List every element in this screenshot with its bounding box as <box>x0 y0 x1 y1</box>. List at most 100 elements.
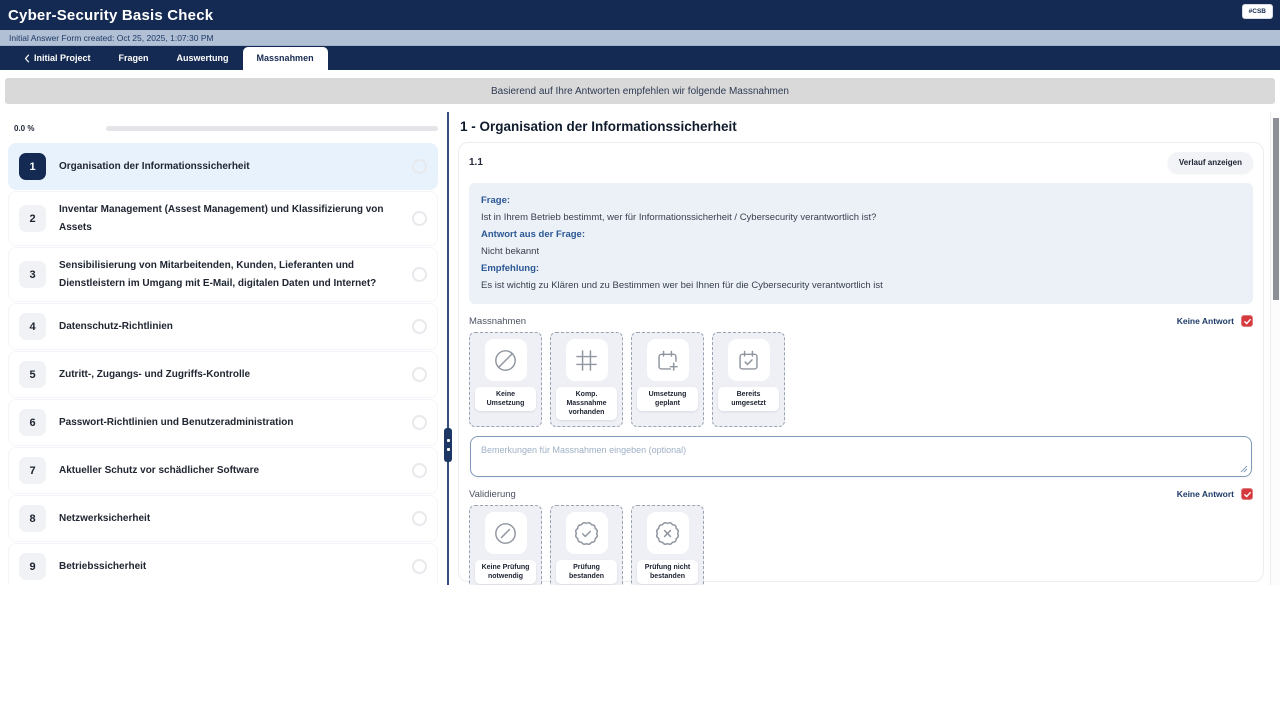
tab-label: Auswertung <box>177 53 229 63</box>
item-label: Zutritt-, Zugangs- und Zugriffs-Kontroll… <box>59 366 250 384</box>
massnahmen-keine-antwort-checkbox[interactable] <box>1241 315 1253 327</box>
item-label: Betriebssicherheit <box>59 558 146 576</box>
item-status-radio[interactable] <box>412 559 427 574</box>
item-status-radio[interactable] <box>412 267 427 282</box>
splitter-handle-icon[interactable] <box>444 428 452 462</box>
recommendation-banner: Basierend auf Ihre Antworten empfehlen w… <box>5 78 1275 104</box>
app-header: Cyber-Security Basis Check #CSB <box>0 0 1280 30</box>
item-status-radio[interactable] <box>412 319 427 334</box>
option-label: Komp. Massnahme vorhanden <box>556 387 617 420</box>
progress-label: 0.0 % <box>14 124 44 133</box>
history-button[interactable]: Verlauf anzeigen <box>1168 152 1253 173</box>
circle-slash-icon <box>485 512 527 554</box>
chevron-left-icon <box>24 54 30 63</box>
item-status-radio[interactable] <box>412 415 427 430</box>
sidebar-item-7[interactable]: 7 Aktueller Schutz vor schädlicher Softwa… <box>8 447 438 494</box>
tab-auswertung[interactable]: Auswertung <box>163 47 243 70</box>
item-number-badge: 6 <box>19 409 46 436</box>
massnahmen-option-komp-massnahme-vorhanden[interactable]: Komp. Massnahme vorhanden <box>550 332 623 427</box>
tab-fragen[interactable]: Fragen <box>105 47 163 70</box>
item-number-badge: 5 <box>19 361 46 388</box>
option-label: Prüfung nicht bestanden <box>637 560 698 584</box>
item-number-badge: 9 <box>19 553 46 580</box>
massnahmen-comment-input[interactable] <box>470 436 1252 477</box>
sidebar-item-1[interactable]: 1 Organisation der Informationssicherheit <box>8 143 438 190</box>
empfehlung-label: Empfehlung: <box>481 260 1241 277</box>
resize-grip-icon[interactable] <box>1240 465 1248 473</box>
antwort-label: Antwort aus der Frage: <box>481 226 1241 243</box>
sidebar-item-2[interactable]: 2 Inventar Management (Assest Management)… <box>8 191 438 246</box>
option-label: Umsetzung geplant <box>637 387 698 411</box>
frage-text: Ist in Ihrem Betrieb bestimmt, wer für I… <box>481 209 1241 226</box>
item-label: Netzwerksicherheit <box>59 510 150 528</box>
ban-icon <box>485 339 527 381</box>
question-info-box: Frage: Ist in Ihrem Betrieb bestimmt, we… <box>469 183 1253 304</box>
item-label: Passwort-Richtlinien und Benutzeradminis… <box>59 414 293 432</box>
item-label: Sensibilisierung von Mitarbeitenden, Kun… <box>59 257 389 292</box>
tab-initial-project[interactable]: Initial Project <box>10 47 105 70</box>
empfehlung-text: Es ist wichtig zu Klären und zu Bestimme… <box>481 277 1241 294</box>
validierung-keine-antwort-checkbox[interactable] <box>1241 488 1253 500</box>
tab-label: Fragen <box>119 53 149 63</box>
item-number-badge: 3 <box>19 261 46 288</box>
sidebar-item-6[interactable]: 6 Passwort-Richtlinien und Benutzeradmini… <box>8 399 438 446</box>
frage-label: Frage: <box>481 192 1241 209</box>
tab-label: Initial Project <box>34 53 91 63</box>
item-number-badge: 1 <box>19 153 46 180</box>
calendar-plus-icon <box>647 339 689 381</box>
sidebar-item-9[interactable]: 9 Betriebssicherheit <box>8 543 438 585</box>
info-bar: Initial Answer Form created: Oct 25, 202… <box>0 30 1280 46</box>
grid-icon <box>566 339 608 381</box>
progress-row: 0.0 % <box>14 124 438 133</box>
option-label: Keine Umsetzung <box>475 387 536 411</box>
item-label: Organisation der Informationssicherheit <box>59 158 250 176</box>
item-label: Aktueller Schutz vor schädlicher Softwar… <box>59 462 259 480</box>
category-sidebar: 0.0 % 1 Organisation der Informationssich… <box>0 112 444 585</box>
main-scrollbar[interactable] <box>1270 112 1280 585</box>
sidebar-item-5[interactable]: 5 Zutritt-, Zugangs- und Zugriffs-Kontrol… <box>8 351 438 398</box>
panel-splitter[interactable] <box>444 112 452 585</box>
sidebar-item-3[interactable]: 3 Sensibilisierung von Mitarbeitenden, Ku… <box>8 247 438 302</box>
massnahmen-label: Massnahmen <box>469 316 526 327</box>
item-label: Datenschutz-Richtlinien <box>59 318 173 336</box>
scrollbar-thumb[interactable] <box>1273 118 1279 300</box>
seal-x-icon <box>647 512 689 554</box>
validierung-label: Validierung <box>469 489 516 500</box>
massnahmen-option-umsetzung-geplant[interactable]: Umsetzung geplant <box>631 332 704 427</box>
validierung-option-keine-pr-fung-notwendig[interactable]: Keine Prüfung notwendig <box>469 505 542 585</box>
item-status-radio[interactable] <box>412 511 427 526</box>
content-area: 0.0 % 1 Organisation der Informationssich… <box>0 112 1280 585</box>
item-status-radio[interactable] <box>412 463 427 478</box>
calendar-check-icon <box>728 339 770 381</box>
sidebar-item-8[interactable]: 8 Netzwerksicherheit <box>8 495 438 542</box>
page-title: Cyber-Security Basis Check <box>8 7 213 24</box>
item-status-radio[interactable] <box>412 211 427 226</box>
section-heading: 1 - Organisation der Informationssicherh… <box>460 119 1264 134</box>
validierung-keine-antwort-label: Keine Antwort <box>1177 489 1234 499</box>
validierung-option-pr-fung-bestanden[interactable]: Prüfung bestanden <box>550 505 623 585</box>
tab-massnahmen[interactable]: Massnahmen <box>243 47 328 70</box>
option-label: Bereits umgesetzt <box>718 387 779 411</box>
item-number-badge: 4 <box>19 313 46 340</box>
sidebar-item-4[interactable]: 4 Datenschutz-Richtlinien <box>8 303 438 350</box>
question-number: 1.1 <box>469 157 483 168</box>
item-status-radio[interactable] <box>412 159 427 174</box>
item-number-badge: 2 <box>19 205 46 232</box>
item-status-radio[interactable] <box>412 367 427 382</box>
progress-bar <box>106 126 438 131</box>
seal-check-icon <box>566 512 608 554</box>
massnahmen-option-keine-umsetzung[interactable]: Keine Umsetzung <box>469 332 542 427</box>
tab-bar: Initial Project Fragen Auswertung Massnahme… <box>0 46 1280 70</box>
item-label: Inventar Management (Assest Management) … <box>59 201 389 236</box>
question-card: 1.1 Verlauf anzeigen Frage: Ist in Ihrem… <box>458 142 1264 582</box>
massnahmen-keine-antwort-label: Keine Antwort <box>1177 316 1234 326</box>
option-label: Keine Prüfung notwendig <box>475 560 536 584</box>
antwort-text: Nicht bekannt <box>481 243 1241 260</box>
massnahmen-option-bereits-umgesetzt[interactable]: Bereits umgesetzt <box>712 332 785 427</box>
project-code-badge: #CSB <box>1242 4 1273 19</box>
option-label: Prüfung bestanden <box>556 560 617 584</box>
validierung-option-pr-fung-nicht-bestanden[interactable]: Prüfung nicht bestanden <box>631 505 704 585</box>
item-number-badge: 7 <box>19 457 46 484</box>
main-panel: 1 - Organisation der Informationssicherh… <box>452 112 1270 585</box>
item-number-badge: 8 <box>19 505 46 532</box>
